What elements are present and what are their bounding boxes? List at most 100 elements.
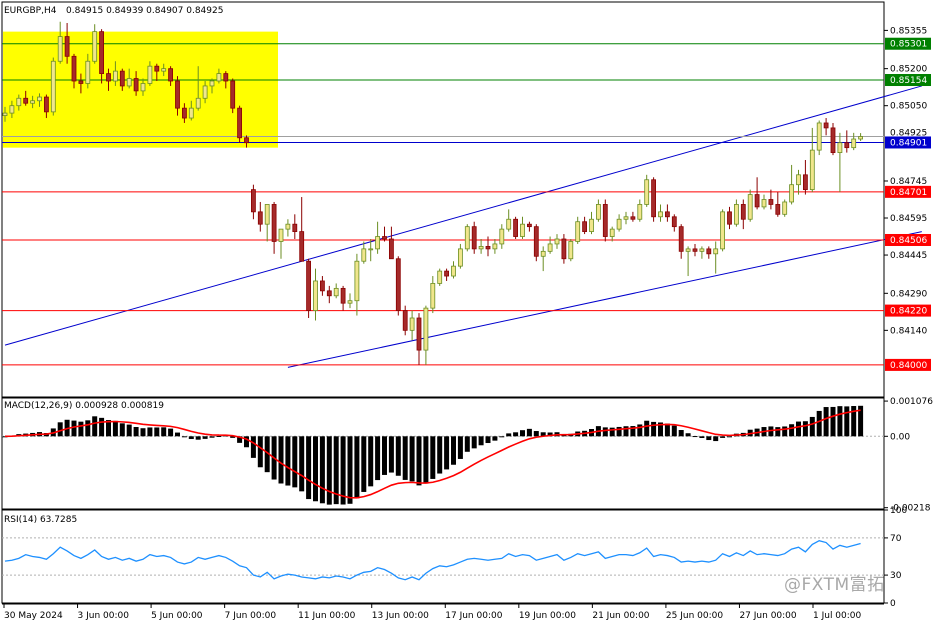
- macd-histogram-bar: [423, 436, 429, 484]
- candle-down: [237, 107, 243, 139]
- candle-up: [85, 60, 91, 84]
- candle-up: [851, 138, 857, 149]
- macd-histogram-bar: [485, 436, 491, 444]
- candle-up: [37, 96, 42, 102]
- candle-down: [582, 221, 587, 232]
- macd-histogram-bar: [354, 436, 360, 499]
- macd-histogram-bar: [313, 436, 318, 502]
- candle-down: [527, 223, 532, 228]
- candle-up: [520, 223, 525, 237]
- macd-histogram-bar: [140, 428, 146, 437]
- macd-histogram-bar: [250, 436, 256, 458]
- candle-up: [209, 80, 215, 87]
- candle-down: [44, 96, 49, 113]
- macd-histogram-bar: [437, 436, 443, 474]
- candle-up: [720, 211, 725, 250]
- macd-histogram-bar: [71, 420, 77, 437]
- rsi-label: RSI(14) 63.7285: [4, 515, 77, 525]
- macd-histogram-bar: [513, 432, 519, 437]
- candle-down: [154, 65, 160, 72]
- time-tick-label: 1 Jul 00:00: [813, 611, 862, 621]
- macd-histogram-bar: [99, 417, 105, 437]
- candle-up: [492, 243, 498, 250]
- candle-up: [16, 97, 22, 107]
- candle-up: [113, 70, 118, 82]
- candle-up: [637, 204, 643, 220]
- candle-down: [671, 216, 677, 228]
- candle-up: [623, 216, 629, 220]
- macd-histogram-bar: [464, 436, 470, 452]
- macd-histogram-bar: [457, 436, 463, 459]
- macd-histogram-bar: [671, 425, 677, 437]
- candle-down: [106, 73, 111, 82]
- candle-up: [202, 85, 208, 99]
- candle-up: [147, 65, 153, 84]
- candle-down: [395, 258, 401, 311]
- rsi-tick-label: 0: [890, 599, 896, 609]
- candle-up: [506, 218, 512, 230]
- macd-histogram-bar: [637, 424, 643, 437]
- time-tick-label: 30 May 2024: [4, 611, 63, 621]
- candle-down: [513, 218, 518, 237]
- macd-histogram-bar: [837, 406, 843, 437]
- time-tick-label: 13 Jun 00:00: [372, 611, 429, 621]
- candle-up: [285, 223, 291, 230]
- macd-histogram-bar: [775, 427, 781, 437]
- watermark-logo: @FXTM富拓: [784, 575, 885, 595]
- macd-histogram-bar: [292, 436, 298, 488]
- macd-histogram-bar: [526, 428, 532, 437]
- macd-histogram-bar: [147, 427, 153, 437]
- candle-up: [596, 204, 601, 220]
- candle-down: [299, 231, 305, 262]
- candle-down: [444, 270, 450, 277]
- macd-histogram-bar: [195, 436, 201, 440]
- candle-down: [64, 36, 70, 57]
- macd-histogram-bar: [209, 436, 215, 438]
- macd-histogram-bar: [844, 406, 850, 437]
- candle-down: [306, 260, 312, 311]
- macd-histogram-bar: [257, 436, 263, 468]
- candle-up: [437, 270, 443, 284]
- time-tick-label: 25 Jun 00:00: [666, 611, 723, 621]
- trading-chart[interactable]: 0.85355 0.85200 0.85050 0.84745 0.84595 0.844…: [0, 0, 936, 624]
- candle-down: [257, 211, 263, 225]
- candle-down: [23, 97, 29, 104]
- level-tag-label: 0.84220: [890, 307, 927, 317]
- price-tick-label: 0.84445: [890, 251, 927, 261]
- candle-down: [78, 80, 84, 84]
- candle-down: [830, 127, 836, 153]
- candle-down: [823, 122, 829, 129]
- price-tick-label: 0.84290: [890, 289, 927, 299]
- candle-up: [609, 228, 615, 237]
- candle-up: [464, 226, 470, 250]
- time-tick-label: 7 Jun 00:00: [225, 611, 277, 621]
- candle-up: [188, 107, 194, 119]
- candle-down: [533, 226, 539, 257]
- candle-up: [216, 73, 222, 82]
- candle-up: [816, 122, 822, 151]
- candle-down: [416, 317, 422, 351]
- candle-up: [658, 211, 663, 218]
- candle-down: [181, 107, 187, 119]
- macd-histogram-bar: [119, 423, 125, 437]
- macd-histogram-bar: [802, 421, 808, 437]
- time-tick-label: 11 Jun 00:00: [298, 611, 355, 621]
- macd-histogram-bar: [720, 436, 726, 438]
- macd-histogram-bar: [361, 436, 367, 492]
- macd-histogram-bar: [789, 424, 795, 437]
- candle-down: [175, 80, 180, 109]
- candle-up: [195, 97, 201, 109]
- candle-up: [547, 243, 553, 252]
- rsi-tick-label: 100: [890, 506, 907, 516]
- candle-up: [685, 248, 691, 252]
- candle-up: [499, 228, 505, 245]
- rsi-tick-label: 30: [890, 571, 902, 581]
- level-tag-label: 0.84506: [890, 236, 927, 246]
- candle-down: [168, 68, 174, 82]
- macd-histogram-bar: [347, 436, 353, 504]
- macd-histogram-bar: [181, 436, 187, 438]
- level-tag-label: 0.84000: [890, 361, 927, 371]
- macd-histogram-bar: [278, 436, 284, 484]
- candle-down: [244, 137, 249, 144]
- price-tick-label: 0.85050: [890, 102, 927, 112]
